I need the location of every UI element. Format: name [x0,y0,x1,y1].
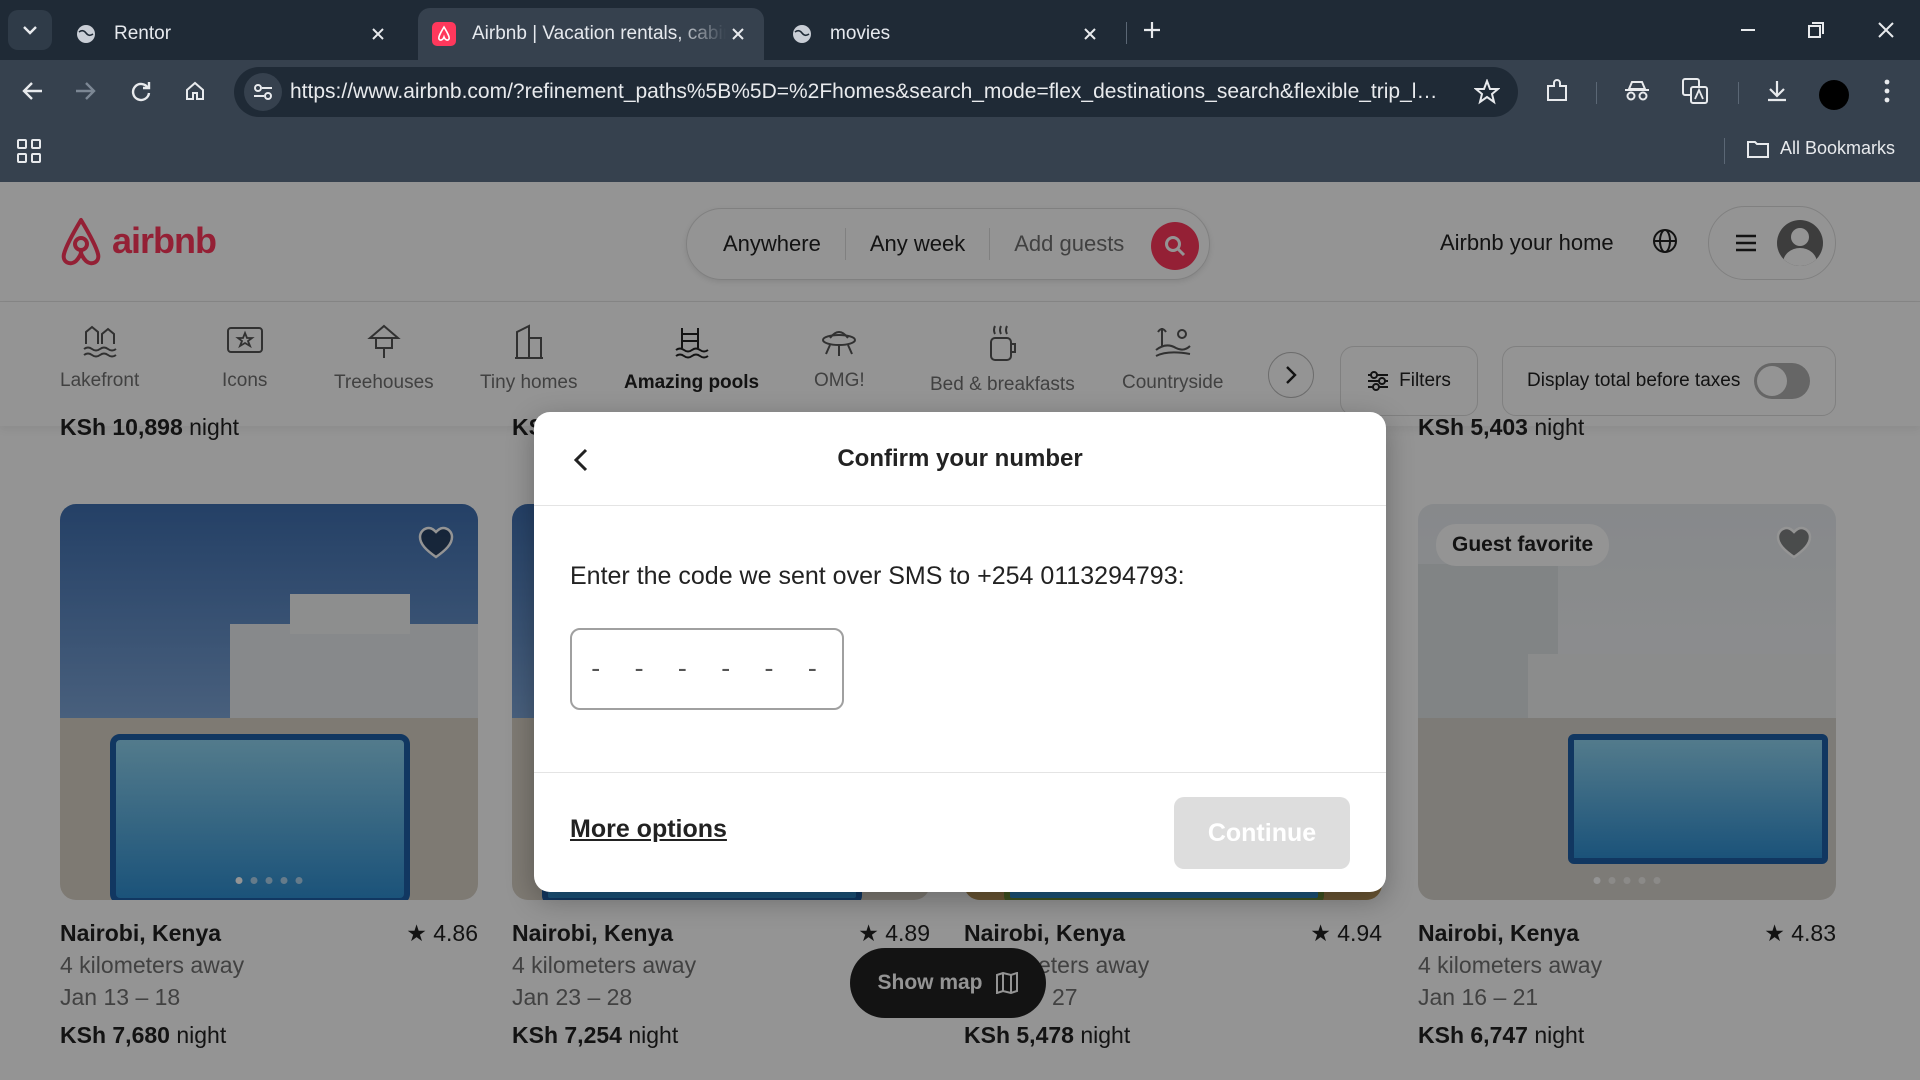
download-icon[interactable] [1760,74,1794,108]
new-tab-button[interactable] [1118,0,1186,60]
close-window-button[interactable] [1852,0,1920,60]
restore-icon [1808,22,1824,38]
browser-tab-bar: Rentor Airbnb | Vacation rentals, cabins… [0,0,1920,60]
close-icon [1878,22,1894,38]
dialog-footer: More options Continue [534,772,1386,892]
arrow-left-icon [22,82,42,100]
reload-button[interactable] [120,70,162,112]
tab-title: movies [830,23,891,44]
more-options-link[interactable]: More options [570,815,727,844]
tune-icon [254,84,272,100]
apps-grid-icon[interactable] [16,138,44,166]
dialog-title: Confirm your number [837,445,1083,472]
kebab-menu-icon[interactable] [1870,74,1904,108]
tab-movies[interactable]: movies [776,8,1116,60]
tab-search-button[interactable] [8,10,52,50]
airbnb-icon [432,22,456,46]
star-icon[interactable] [1473,78,1501,105]
profile-avatar[interactable] [1819,80,1849,110]
sms-instruction: Enter the code we sent over SMS to +254 … [570,562,1185,590]
continue-button[interactable]: Continue [1174,797,1350,869]
toolbar-divider [1738,82,1739,104]
incognito-icon[interactable] [1620,74,1654,108]
home-button[interactable] [174,70,216,112]
url-text[interactable]: https://www.airbnb.com/?refinement_paths… [290,80,1440,104]
all-bookmarks-button[interactable]: All Bookmarks [1746,138,1895,159]
globe-icon [790,22,814,46]
tab-airbnb[interactable]: Airbnb | Vacation rentals, cabins [418,8,764,60]
restore-button[interactable] [1782,0,1850,60]
all-bookmarks-label: All Bookmarks [1780,138,1896,158]
airbnb-page: airbnb Anywhere Any week Add guests Airb… [0,182,1920,1080]
bookmarks-bar: All Bookmarks [0,122,1920,182]
globe-icon [74,22,98,46]
toolbar-divider [1596,82,1597,104]
address-bar[interactable]: https://www.airbnb.com/?refinement_paths… [234,67,1518,117]
chevron-down-icon [23,26,37,35]
close-icon[interactable] [1078,22,1102,46]
arrow-right-icon [76,82,96,100]
close-icon[interactable] [726,22,750,46]
site-info-button[interactable] [244,73,282,111]
reload-icon [131,82,151,102]
tab-rentor[interactable]: Rentor [60,8,404,60]
folder-icon [1747,140,1769,158]
plus-icon [1144,22,1160,38]
verification-code-input[interactable]: - - - - - - [570,628,844,710]
home-icon [186,81,204,100]
translate-icon[interactable] [1678,74,1712,108]
browser-toolbar: https://www.airbnb.com/?refinement_paths… [0,60,1920,122]
minimize-icon [1741,29,1755,31]
dialog-header: Confirm your number [534,412,1386,506]
extensions-icon[interactable] [1540,74,1574,108]
back-button[interactable] [12,70,54,112]
confirm-number-dialog: Confirm your number Enter the code we se… [534,412,1386,892]
bookmarks-divider [1724,138,1725,164]
tab-title: Airbnb | Vacation rentals, cabins [472,23,726,44]
close-icon[interactable] [366,22,390,46]
tab-title: Rentor [114,23,172,44]
forward-button[interactable] [64,70,106,112]
minimize-button[interactable] [1714,0,1782,60]
